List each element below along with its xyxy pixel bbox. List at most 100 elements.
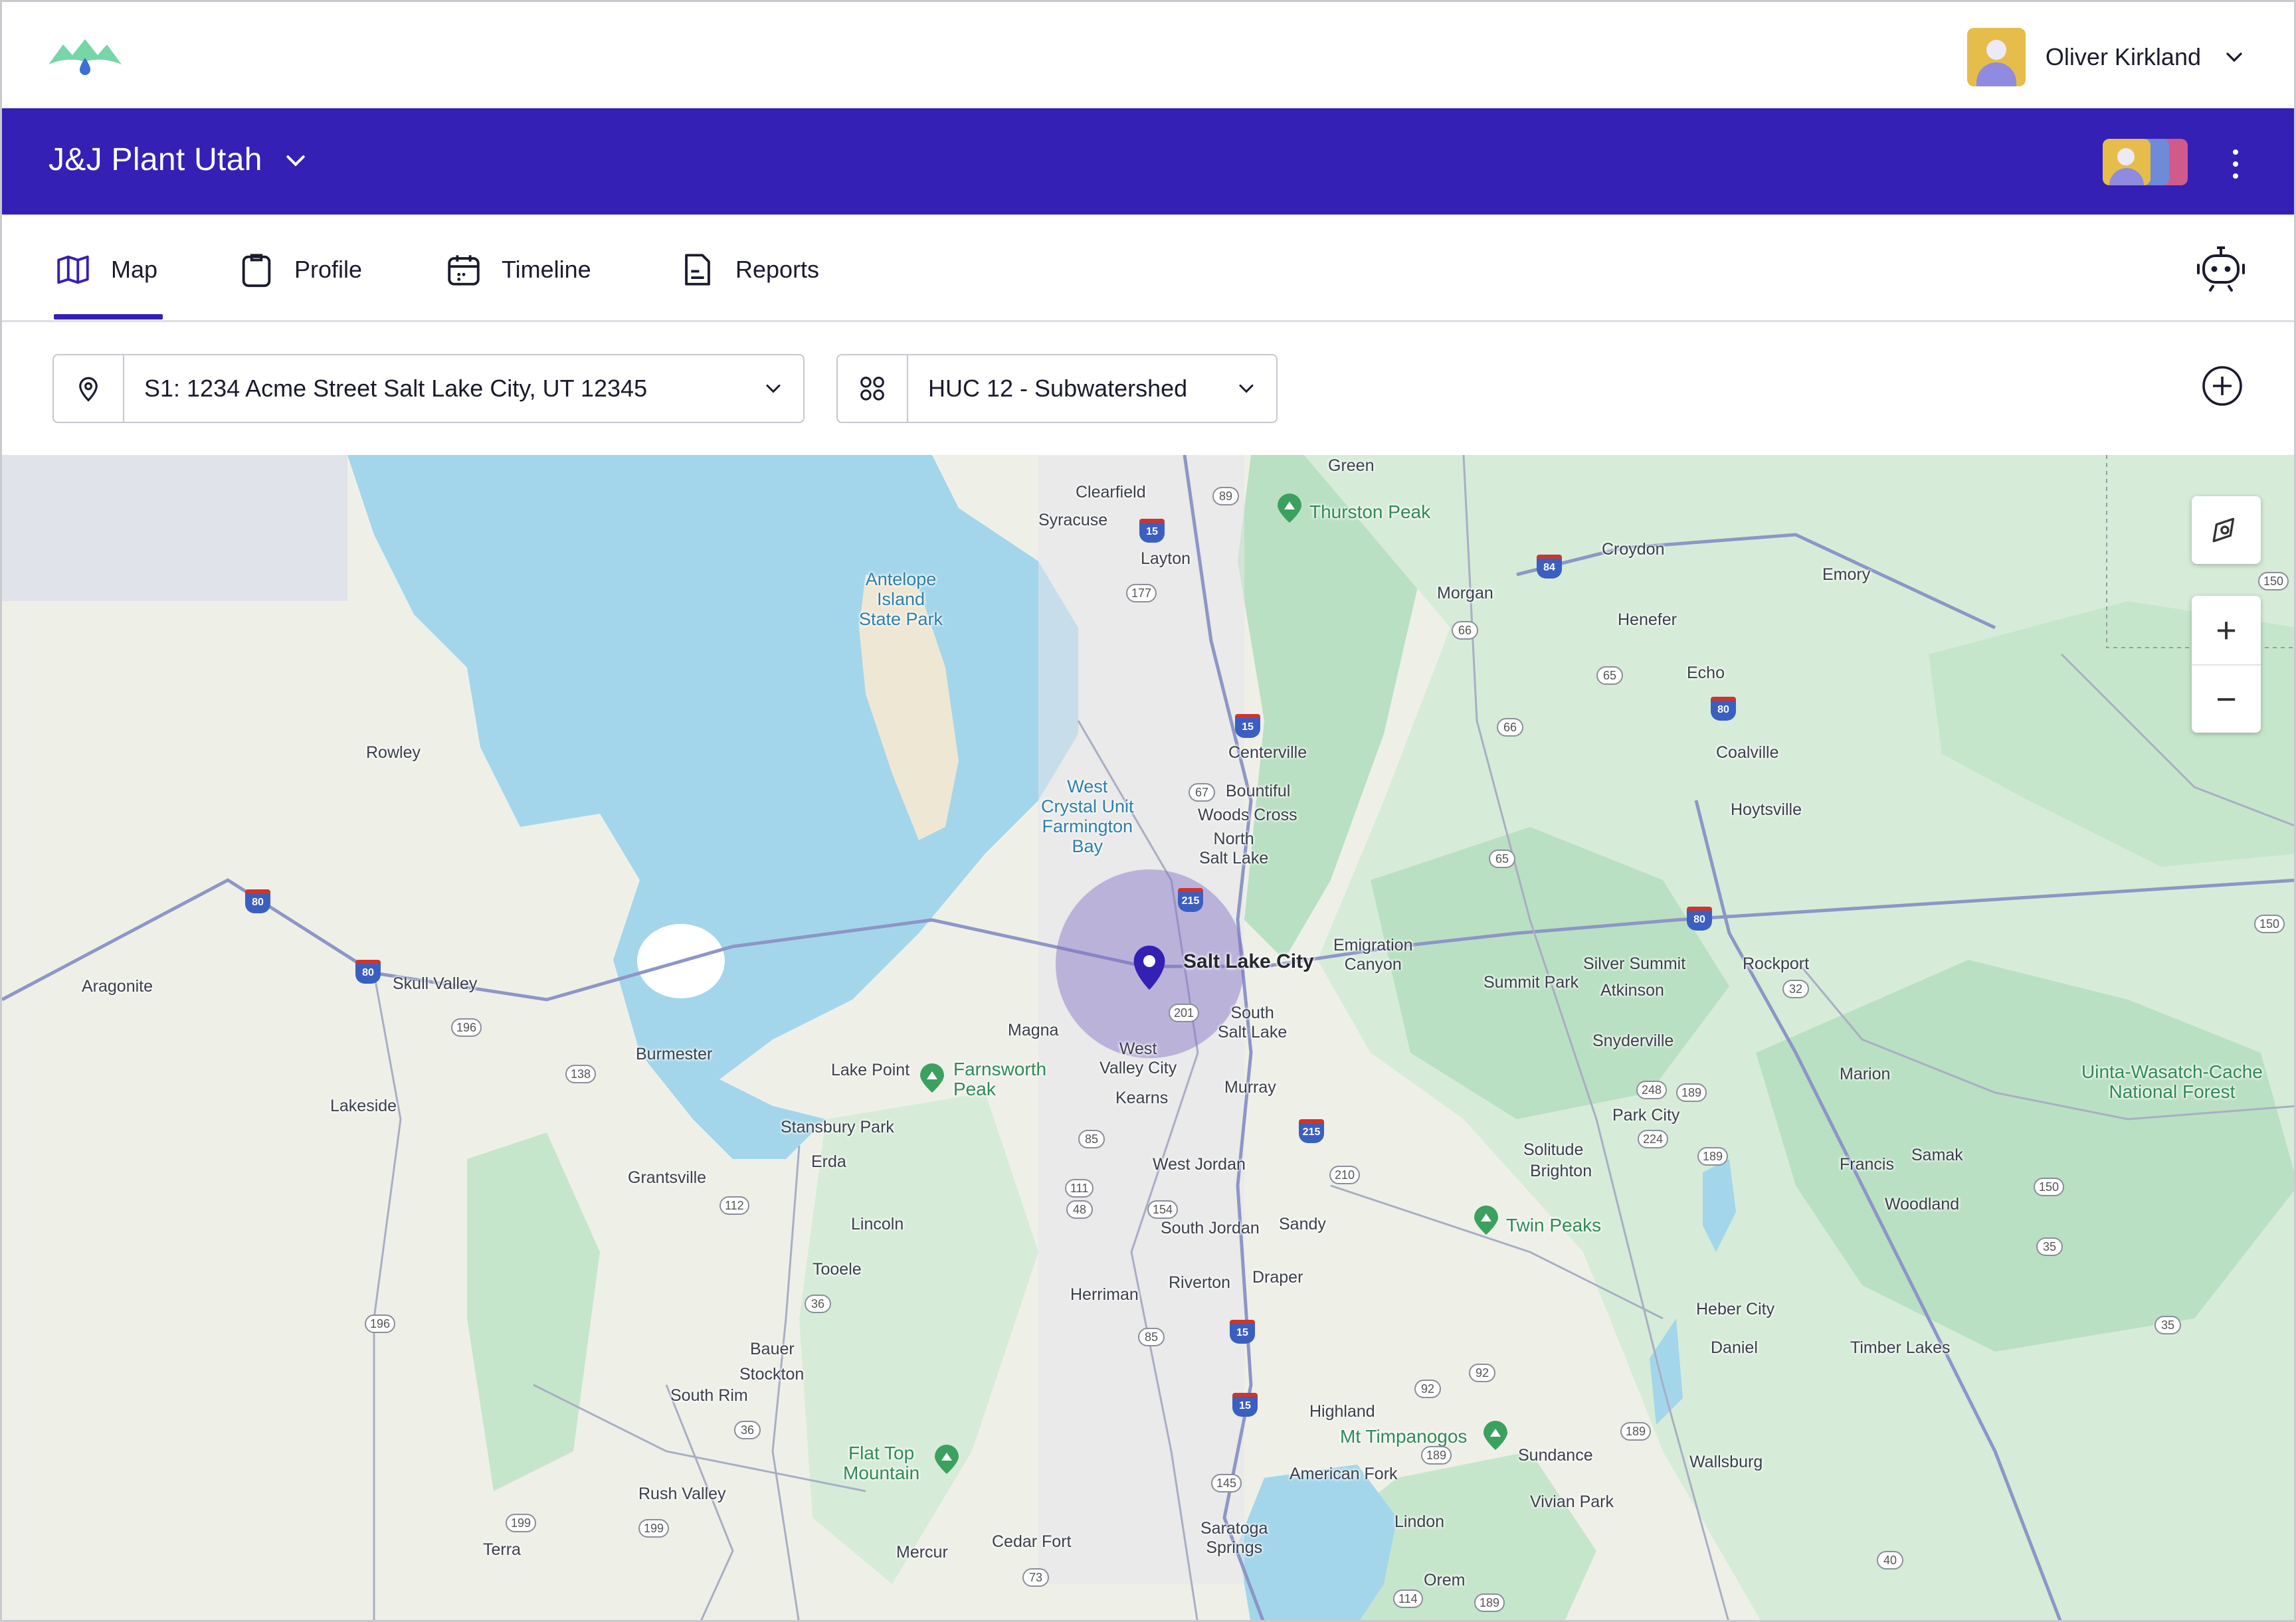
map-label: Cedar Fort — [992, 1532, 1072, 1551]
map-label: Echo — [1687, 664, 1725, 682]
map-label: American Fork — [1290, 1465, 1398, 1483]
chevron-down-icon — [1239, 385, 1254, 393]
map-label: Clearfield — [1076, 483, 1146, 501]
map-label: Saratoga Springs — [1200, 1519, 1268, 1557]
map-label: Emigration Canyon — [1333, 936, 1413, 974]
map-label: Lindon — [1394, 1512, 1445, 1531]
map-label: Aragonite — [82, 977, 153, 996]
tab-label: Profile — [294, 256, 363, 283]
route-shield: 112 — [719, 1196, 749, 1215]
map-view[interactable]: Green Clearfield Syracuse Layton Thursto… — [2, 455, 2294, 1620]
interstate-shield: 215 — [1299, 1119, 1324, 1143]
map-label: Samak — [1911, 1146, 1963, 1164]
map-label: Grantsville — [628, 1168, 707, 1187]
route-shield: 35 — [2036, 1237, 2063, 1256]
route-shield: 40 — [1877, 1551, 1903, 1570]
map-label: Orem — [1424, 1571, 1466, 1589]
map-label: Twin Peaks — [1506, 1215, 1602, 1235]
route-shield: 85 — [1138, 1328, 1165, 1346]
add-circle-icon[interactable] — [2201, 365, 2244, 407]
org-bar: J&J Plant Utah — [2, 108, 2294, 215]
tab-timeline[interactable]: Timeline — [444, 246, 591, 293]
route-shield: 89 — [1212, 487, 1239, 505]
park-marker-icon[interactable] — [919, 1062, 945, 1094]
map-label: Woodland — [1885, 1195, 1960, 1214]
route-shield: 189 — [1474, 1593, 1505, 1612]
route-shield: 66 — [1452, 621, 1478, 640]
interstate-shield: 80 — [245, 889, 270, 913]
map-rotate-button[interactable] — [2192, 496, 2261, 564]
avatar — [1966, 28, 2026, 86]
route-shield: 210 — [1329, 1166, 1361, 1184]
map-label: Terra — [483, 1540, 521, 1559]
park-marker-icon[interactable] — [933, 1443, 960, 1475]
map-label: Heber City — [1696, 1300, 1775, 1318]
more-options-icon[interactable] — [2230, 148, 2241, 180]
app-logo[interactable] — [48, 35, 122, 78]
zoom-in-button[interactable]: + — [2192, 596, 2261, 664]
map-label: Herriman — [1070, 1285, 1139, 1304]
map-label: Antelope Island State Park — [859, 569, 943, 629]
route-shield: 224 — [1638, 1130, 1669, 1148]
route-shield: 65 — [1489, 850, 1515, 868]
assistant-bot-icon[interactable] — [2194, 241, 2248, 294]
route-shield: 92 — [1414, 1380, 1441, 1398]
map-label: Thurston Peak — [1309, 501, 1431, 522]
map-label: Stansbury Park — [781, 1118, 894, 1136]
route-shield: 35 — [2154, 1316, 2181, 1334]
tab-label: Timeline — [502, 256, 591, 283]
map-label: South Rim — [670, 1386, 748, 1405]
tab-label: Map — [111, 256, 158, 283]
interstate-shield: 15 — [1232, 1393, 1258, 1417]
layer-select-value: HUC 12 - Subwatershed — [928, 375, 1188, 402]
map-label: Vivian Park — [1530, 1492, 1614, 1511]
map-label: Wallsburg — [1689, 1453, 1763, 1471]
route-shield: 189 — [1620, 1422, 1652, 1441]
route-shield: 196 — [451, 1018, 482, 1037]
layer-select[interactable]: HUC 12 - Subwatershed — [836, 354, 1278, 423]
map-label-city: Salt Lake City — [1183, 950, 1314, 972]
interstate-shield: 15 — [1139, 519, 1165, 543]
route-shield: 189 — [1676, 1083, 1707, 1102]
route-shield: 111 — [1065, 1179, 1094, 1198]
org-selector[interactable]: J&J Plant Utah — [48, 141, 309, 178]
map-label: Timber Lakes — [1850, 1338, 1951, 1357]
map-label: Lakeside — [330, 1097, 397, 1115]
site-select[interactable]: S1: 1234 Acme Street Salt Lake City, UT … — [52, 354, 805, 423]
route-shield: 85 — [1078, 1130, 1105, 1148]
route-shield: 189 — [1421, 1446, 1452, 1465]
map-label: Daniel — [1711, 1338, 1758, 1357]
map-label: Hoytsville — [1731, 800, 1802, 819]
park-marker-icon[interactable] — [1482, 1419, 1509, 1451]
tab-map[interactable]: Map — [54, 246, 157, 293]
map-label: Woods Cross — [1198, 806, 1297, 824]
clipboard-icon — [242, 254, 271, 288]
map-label: West Jordan — [1153, 1155, 1246, 1174]
park-marker-icon[interactable] — [1473, 1204, 1499, 1236]
tab-profile[interactable]: Profile — [237, 246, 362, 293]
map-label: West Crystal Unit Farmington Bay — [1041, 776, 1134, 856]
zoom-out-button[interactable]: − — [2192, 664, 2261, 733]
interstate-shield: 80 — [355, 960, 381, 984]
team-avatars[interactable] — [2103, 139, 2188, 185]
route-shield: 154 — [1147, 1200, 1179, 1219]
user-menu[interactable]: Oliver Kirkland — [1966, 27, 2248, 87]
tab-bar: Map Profile Timeline Reports — [2, 215, 2294, 322]
route-shield: 32 — [1782, 980, 1809, 998]
location-pin-icon — [79, 377, 98, 402]
route-shield: 150 — [2034, 1178, 2065, 1196]
avatar — [2103, 139, 2151, 185]
route-shield: 65 — [1596, 666, 1623, 685]
tab-reports[interactable]: Reports — [678, 246, 819, 293]
app-window: Oliver Kirkland J&J Plant Utah Map Profi… — [0, 0, 2296, 1622]
map-label: Centerville — [1228, 743, 1307, 762]
site-select-value: S1: 1234 Acme Street Salt Lake City, UT … — [144, 375, 648, 402]
map-label: Francis — [1840, 1155, 1894, 1174]
route-shield: 73 — [1022, 1568, 1049, 1587]
map-label: North Salt Lake — [1199, 830, 1269, 867]
site-location-pin-icon[interactable] — [1131, 943, 1167, 991]
chevron-down-icon — [2226, 52, 2242, 62]
park-marker-icon[interactable] — [1276, 492, 1303, 524]
map-label: Coalville — [1716, 743, 1779, 762]
map-label: Snyderville — [1592, 1032, 1674, 1050]
